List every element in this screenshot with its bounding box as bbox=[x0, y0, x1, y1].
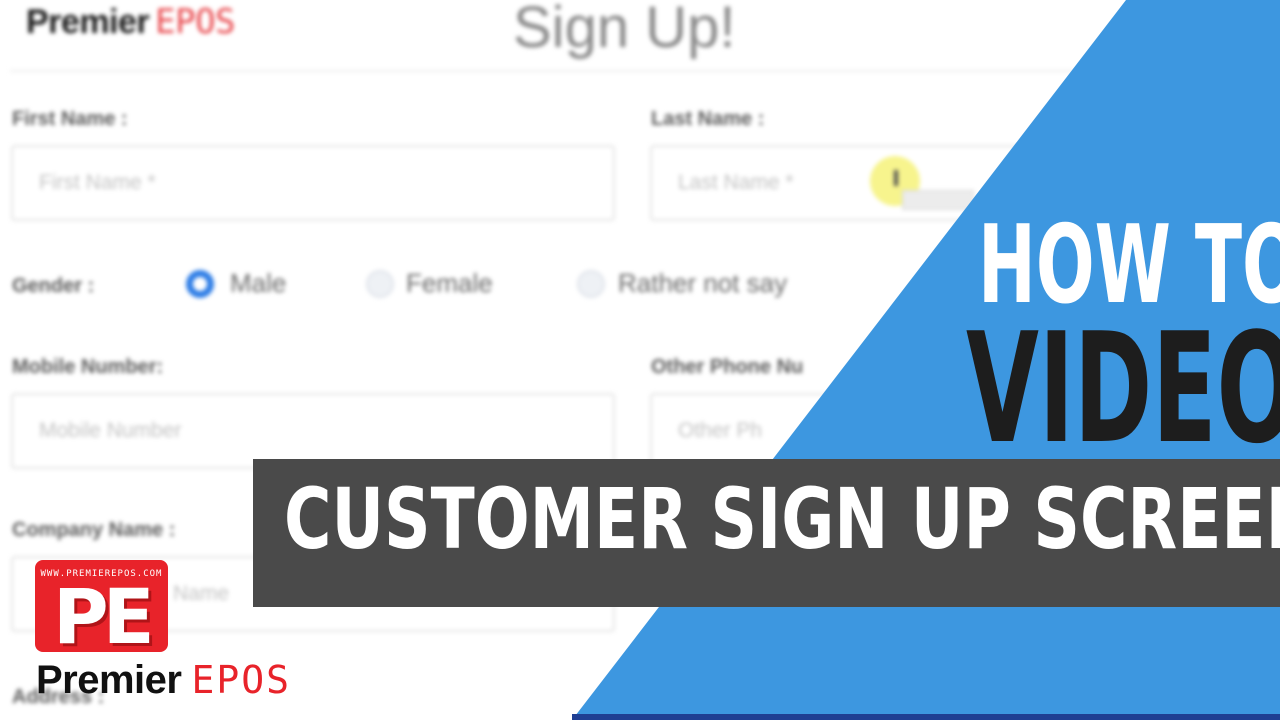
premier-epos-logo-badge: WWW.PREMIEREPOS.COM PE bbox=[35, 560, 168, 652]
bottom-accent-stripe bbox=[572, 714, 1280, 720]
logo-brand-name: Premier bbox=[36, 658, 182, 702]
premier-epos-wordmark: Premier EPOS bbox=[36, 658, 291, 703]
video-heading: VIDEO bbox=[966, 300, 1280, 477]
caption-text: CUSTOMER SIGN UP SCREEN bbox=[284, 470, 1280, 568]
logo-brand-suffix: EPOS bbox=[191, 658, 291, 702]
logo-monogram: PE bbox=[53, 572, 155, 653]
